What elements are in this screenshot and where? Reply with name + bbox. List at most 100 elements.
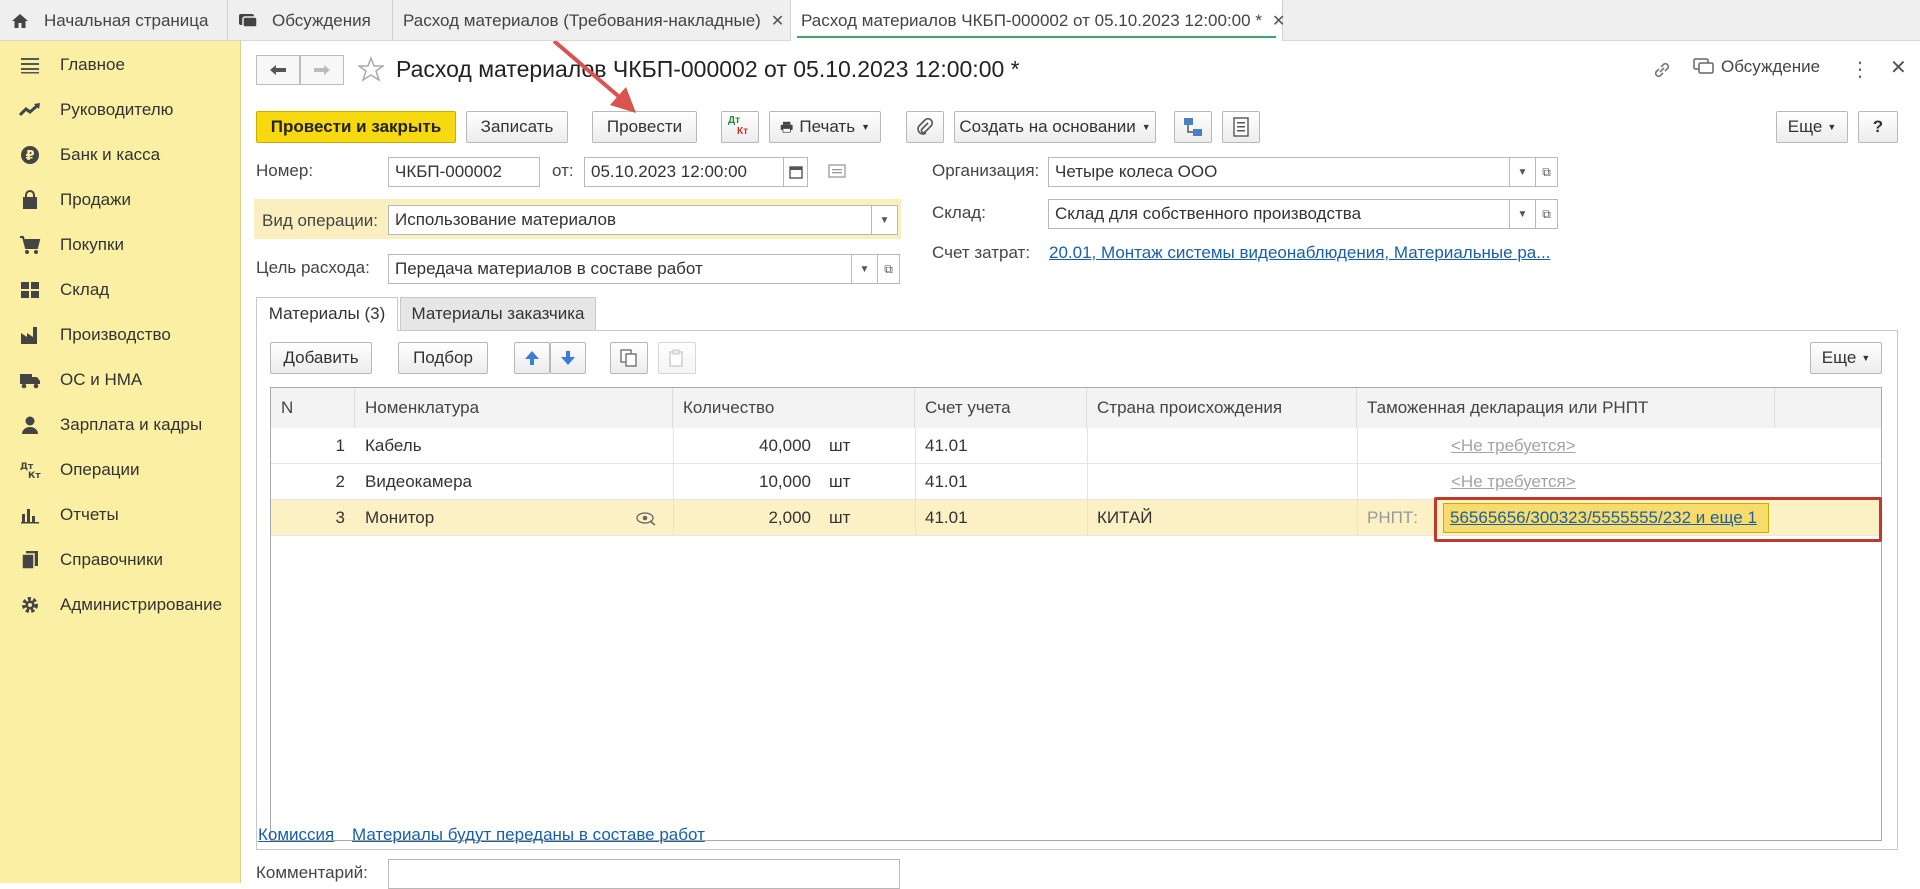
person-icon bbox=[19, 414, 41, 436]
purpose-field[interactable]: Передача материалов в составе работ bbox=[388, 254, 852, 284]
print-button[interactable]: Печать ▼ bbox=[769, 111, 881, 143]
row-declaration-link[interactable]: <Не требуется> bbox=[1451, 464, 1576, 500]
operation-field[interactable]: Использование материалов bbox=[388, 205, 872, 235]
sidebar-item-admin[interactable]: Администрирование bbox=[0, 585, 241, 625]
column-header-account[interactable]: Счет учета bbox=[915, 388, 1087, 428]
sidebar-item-reports[interactable]: Отчеты bbox=[0, 495, 241, 535]
comment-label: Комментарий: bbox=[256, 863, 368, 882]
favorite-star-icon[interactable] bbox=[356, 55, 386, 87]
sidebar-item-main[interactable]: Главное bbox=[0, 45, 241, 85]
tab-materials[interactable]: Материалы (3) bbox=[256, 297, 398, 331]
link-icon[interactable] bbox=[1651, 59, 1673, 86]
calendar-button[interactable] bbox=[784, 157, 808, 187]
chevron-down-icon: ▼ bbox=[1517, 166, 1528, 178]
column-header-n[interactable]: N bbox=[271, 388, 355, 428]
sidebar-item-manager[interactable]: Руководителю bbox=[0, 90, 241, 130]
table-more-button[interactable]: Еще ▼ bbox=[1810, 342, 1882, 374]
sidebar-item-label: Администрирование bbox=[60, 595, 223, 614]
row-number: 1 bbox=[335, 436, 345, 455]
structure-button[interactable] bbox=[1174, 111, 1212, 143]
chevron-down-icon: ▼ bbox=[879, 214, 890, 226]
add-button[interactable]: Добавить bbox=[270, 342, 372, 374]
close-icon[interactable]: ✕ bbox=[1272, 11, 1285, 31]
create-based-button[interactable]: Создать на основании ▼ bbox=[954, 111, 1156, 143]
cost-link[interactable]: 20.01, Монтаж системы видеонаблюдения, М… bbox=[1049, 243, 1550, 263]
table-row[interactable]: 2 Видеокамера 10,000 шт 41.01 <Не требуе… bbox=[271, 464, 1881, 500]
chevron-down-icon: ▼ bbox=[859, 263, 870, 275]
back-button[interactable] bbox=[256, 55, 300, 85]
close-icon[interactable]: ✕ bbox=[1890, 55, 1907, 80]
move-up-button[interactable] bbox=[514, 342, 550, 374]
warehouse-field[interactable]: Склад для собственного производства bbox=[1048, 199, 1510, 229]
dt-kt-icon: Дт Кт bbox=[728, 115, 749, 137]
select-button[interactable]: Подбор bbox=[398, 342, 488, 374]
org-open-button[interactable]: ⧉ bbox=[1536, 157, 1558, 187]
sidebar-item-warehouse[interactable]: Склад bbox=[0, 270, 241, 310]
report-button[interactable] bbox=[1222, 111, 1260, 143]
forward-button[interactable] bbox=[300, 55, 344, 85]
open-window-icon: ⧉ bbox=[1542, 164, 1551, 179]
sidebar-item-label: Справочники bbox=[60, 550, 163, 569]
search-item-icon[interactable] bbox=[635, 500, 657, 536]
more-vertical-icon[interactable]: ⋮ bbox=[1850, 57, 1870, 82]
document-icon[interactable] bbox=[828, 163, 846, 184]
move-down-button[interactable] bbox=[550, 342, 586, 374]
discussion-button[interactable]: Обсуждение bbox=[1693, 57, 1820, 77]
sidebar-item-salary[interactable]: Зарплата и кадры bbox=[0, 405, 241, 445]
org-field[interactable]: Четыре колеса ООО bbox=[1048, 157, 1510, 187]
column-header-country[interactable]: Страна происхождения bbox=[1087, 388, 1357, 428]
sidebar-item-purchases[interactable]: Покупки bbox=[0, 225, 241, 265]
org-dropdown[interactable]: ▼ bbox=[1510, 157, 1536, 187]
sidebar-item-bank[interactable]: ₽ Банк и касса bbox=[0, 135, 241, 175]
comment-input[interactable] bbox=[388, 859, 900, 889]
sidebar-item-production[interactable]: Производство bbox=[0, 315, 241, 355]
post-and-close-button[interactable]: Провести и закрыть bbox=[256, 111, 456, 143]
transfer-link[interactable]: Материалы будут переданы в составе работ bbox=[352, 825, 705, 845]
purpose-open-button[interactable]: ⧉ bbox=[878, 254, 900, 284]
svg-text:Кт: Кт bbox=[28, 471, 41, 480]
number-field[interactable]: ЧКБП-000002 bbox=[388, 157, 540, 187]
sidebar-item-label: Производство bbox=[60, 325, 171, 344]
open-window-icon: ⧉ bbox=[884, 261, 893, 276]
tab-document[interactable]: Расход материалов ЧКБП-000002 от 05.10.2… bbox=[791, 0, 1285, 41]
purpose-label: Цель расхода: bbox=[256, 258, 370, 277]
table-row[interactable]: 1 Кабель 40,000 шт 41.01 <Не требуется> bbox=[271, 428, 1881, 464]
sidebar-item-sales[interactable]: Продажи bbox=[0, 180, 241, 220]
attach-button[interactable] bbox=[906, 111, 944, 143]
chat-icon bbox=[1693, 58, 1714, 74]
sidebar-item-label: Отчеты bbox=[60, 505, 119, 524]
row-qty: 40,000 bbox=[759, 436, 811, 455]
sidebar-item-operations[interactable]: Дт Кт Операции bbox=[0, 450, 241, 490]
sidebar-item-references[interactable]: Справочники bbox=[0, 540, 241, 580]
tab-home[interactable]: Начальная страница bbox=[0, 0, 228, 41]
close-icon[interactable]: ✕ bbox=[771, 11, 784, 31]
row-account: 41.01 bbox=[925, 436, 968, 455]
column-header-empty bbox=[1775, 388, 1881, 428]
tab-materials-list[interactable]: Расход материалов (Требования-накладные)… bbox=[393, 0, 791, 41]
sidebar-item-assets[interactable]: ОС и НМА bbox=[0, 360, 241, 400]
help-button[interactable]: ? bbox=[1858, 111, 1898, 143]
tab-customer-materials[interactable]: Материалы заказчика bbox=[400, 297, 596, 331]
date-field[interactable]: 05.10.2023 12:00:00 bbox=[584, 157, 784, 187]
dt-kt-button[interactable]: Дт Кт bbox=[721, 111, 759, 143]
warehouse-dropdown[interactable]: ▼ bbox=[1510, 199, 1536, 229]
chevron-down-icon: ▼ bbox=[861, 122, 870, 132]
column-header-qty[interactable]: Количество bbox=[673, 388, 915, 428]
commission-link[interactable]: Комиссия bbox=[258, 825, 334, 845]
column-header-declaration[interactable]: Таможенная декларация или РНПТ bbox=[1357, 388, 1775, 428]
paste-button[interactable] bbox=[658, 342, 696, 374]
home-icon bbox=[10, 11, 30, 31]
highlight-frame bbox=[1434, 497, 1882, 542]
more-button[interactable]: Еще ▼ bbox=[1776, 111, 1848, 143]
hierarchy-icon bbox=[1184, 118, 1202, 136]
warehouse-open-button[interactable]: ⧉ bbox=[1536, 199, 1558, 229]
org-label: Организация: bbox=[932, 161, 1040, 180]
tab-discussions[interactable]: Обсуждения bbox=[228, 0, 393, 41]
purpose-dropdown[interactable]: ▼ bbox=[852, 254, 878, 284]
row-declaration-link[interactable]: <Не требуется> bbox=[1451, 428, 1576, 464]
sidebar-item-label: Главное bbox=[60, 55, 125, 74]
copy-button[interactable] bbox=[610, 342, 648, 374]
row-qty: 2,000 bbox=[768, 508, 811, 527]
column-header-item[interactable]: Номенклатура bbox=[355, 388, 673, 428]
operation-dropdown[interactable]: ▼ bbox=[872, 205, 898, 235]
